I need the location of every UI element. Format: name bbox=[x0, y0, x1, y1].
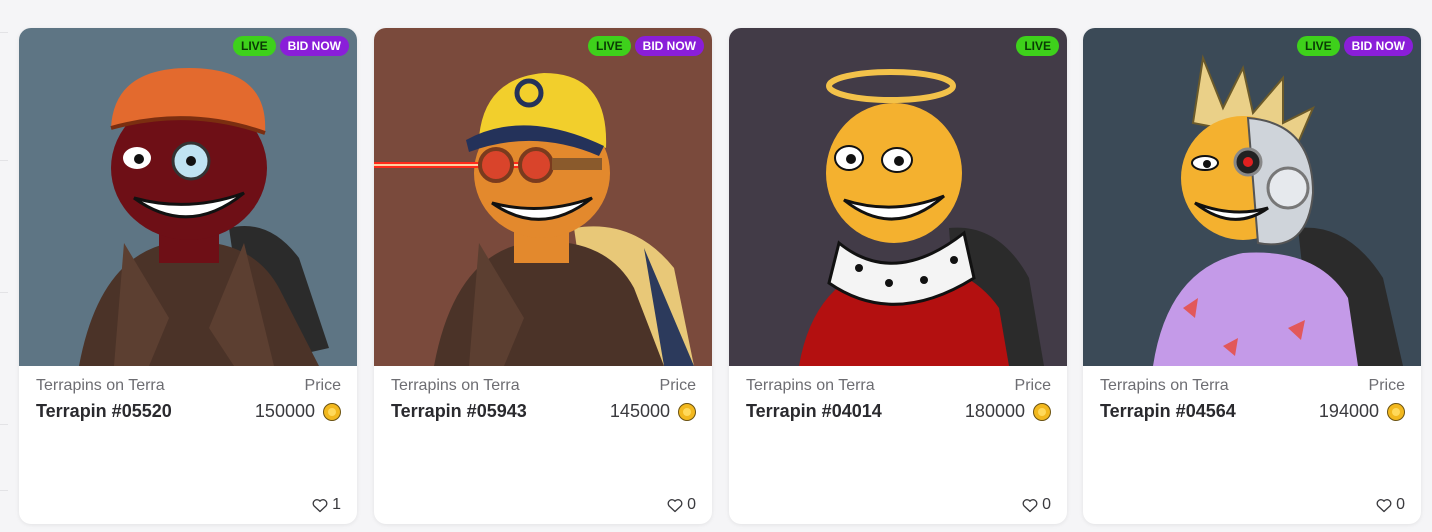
like-button[interactable]: 0 bbox=[1022, 496, 1051, 514]
card-info: Terrapins on Terra Price Terrapin #04564… bbox=[1083, 366, 1421, 524]
nft-name[interactable]: Terrapin #04564 bbox=[1100, 401, 1236, 422]
price-label: Price bbox=[1368, 377, 1405, 394]
price-label: Price bbox=[304, 377, 341, 394]
collection-name[interactable]: Terrapins on Terra bbox=[1100, 377, 1229, 395]
like-count: 0 bbox=[1042, 496, 1051, 513]
price-value: 194000 bbox=[1318, 401, 1379, 421]
bid-now-badge[interactable]: BID NOW bbox=[1343, 36, 1413, 56]
status-badges: LIVE BID NOW bbox=[233, 36, 349, 56]
price-row: 145000 bbox=[610, 401, 696, 422]
price-row: 194000 bbox=[1319, 401, 1405, 422]
terrapin-art bbox=[729, 28, 1067, 366]
nft-name[interactable]: Terrapin #05943 bbox=[391, 401, 527, 422]
live-badge: LIVE bbox=[1016, 36, 1059, 56]
collection-name[interactable]: Terrapins on Terra bbox=[36, 377, 165, 395]
luna-coin-icon bbox=[323, 402, 341, 421]
nft-card[interactable]: LIVE BID NOW Terrapins on Terra Price Te… bbox=[1083, 28, 1421, 524]
collection-name[interactable]: Terrapins on Terra bbox=[746, 377, 875, 395]
luna-coin-icon bbox=[1033, 402, 1051, 421]
luna-coin-icon bbox=[1387, 402, 1405, 421]
heart-icon bbox=[312, 498, 328, 513]
card-info: Terrapins on Terra Price Terrapin #04014… bbox=[729, 366, 1067, 524]
like-count: 0 bbox=[687, 496, 696, 513]
luna-coin-icon bbox=[678, 402, 696, 421]
nft-image[interactable]: LIVE bbox=[729, 28, 1067, 366]
terrapin-art bbox=[374, 28, 712, 366]
status-badges: LIVE bbox=[1016, 36, 1059, 56]
nft-name[interactable]: Terrapin #05520 bbox=[36, 401, 172, 422]
nft-name[interactable]: Terrapin #04014 bbox=[746, 401, 882, 422]
heart-icon bbox=[1376, 498, 1392, 513]
live-badge: LIVE bbox=[1297, 36, 1340, 56]
price-value: 180000 bbox=[964, 401, 1025, 421]
terrapin-art bbox=[1083, 28, 1421, 366]
price-row: 180000 bbox=[965, 401, 1051, 422]
card-info: Terrapins on Terra Price Terrapin #05520… bbox=[19, 366, 357, 524]
heart-icon bbox=[1022, 498, 1038, 513]
price-value: 145000 bbox=[609, 401, 670, 421]
heart-icon bbox=[667, 498, 683, 513]
card-info: Terrapins on Terra Price Terrapin #05943… bbox=[374, 366, 712, 524]
price-value: 150000 bbox=[254, 401, 315, 421]
status-badges: LIVE BID NOW bbox=[1297, 36, 1413, 56]
price-label: Price bbox=[1014, 377, 1051, 394]
nft-image[interactable]: LIVE BID NOW bbox=[19, 28, 357, 366]
like-count: 0 bbox=[1396, 496, 1405, 513]
bid-now-badge[interactable]: BID NOW bbox=[279, 36, 349, 56]
like-button[interactable]: 0 bbox=[1376, 496, 1405, 514]
like-button[interactable]: 1 bbox=[312, 496, 341, 514]
nft-image[interactable]: LIVE BID NOW bbox=[374, 28, 712, 366]
nft-card[interactable]: LIVE BID NOW Terrapins on Terra Price Te… bbox=[374, 28, 712, 524]
nft-card-grid: LIVE BID NOW Terrapins on Terra Price Te… bbox=[0, 0, 1432, 532]
live-badge: LIVE bbox=[588, 36, 631, 56]
price-label: Price bbox=[659, 377, 696, 394]
like-button[interactable]: 0 bbox=[667, 496, 696, 514]
nft-image[interactable]: LIVE BID NOW bbox=[1083, 28, 1421, 366]
bid-now-badge[interactable]: BID NOW bbox=[634, 36, 704, 56]
live-badge: LIVE bbox=[233, 36, 276, 56]
like-count: 1 bbox=[332, 496, 341, 513]
status-badges: LIVE BID NOW bbox=[588, 36, 704, 56]
nft-card[interactable]: LIVE Terrapins on Terra Price Terrapin #… bbox=[729, 28, 1067, 524]
nft-card[interactable]: LIVE BID NOW Terrapins on Terra Price Te… bbox=[19, 28, 357, 524]
terrapin-art bbox=[19, 28, 357, 366]
collection-name[interactable]: Terrapins on Terra bbox=[391, 377, 520, 395]
price-row: 150000 bbox=[255, 401, 341, 422]
